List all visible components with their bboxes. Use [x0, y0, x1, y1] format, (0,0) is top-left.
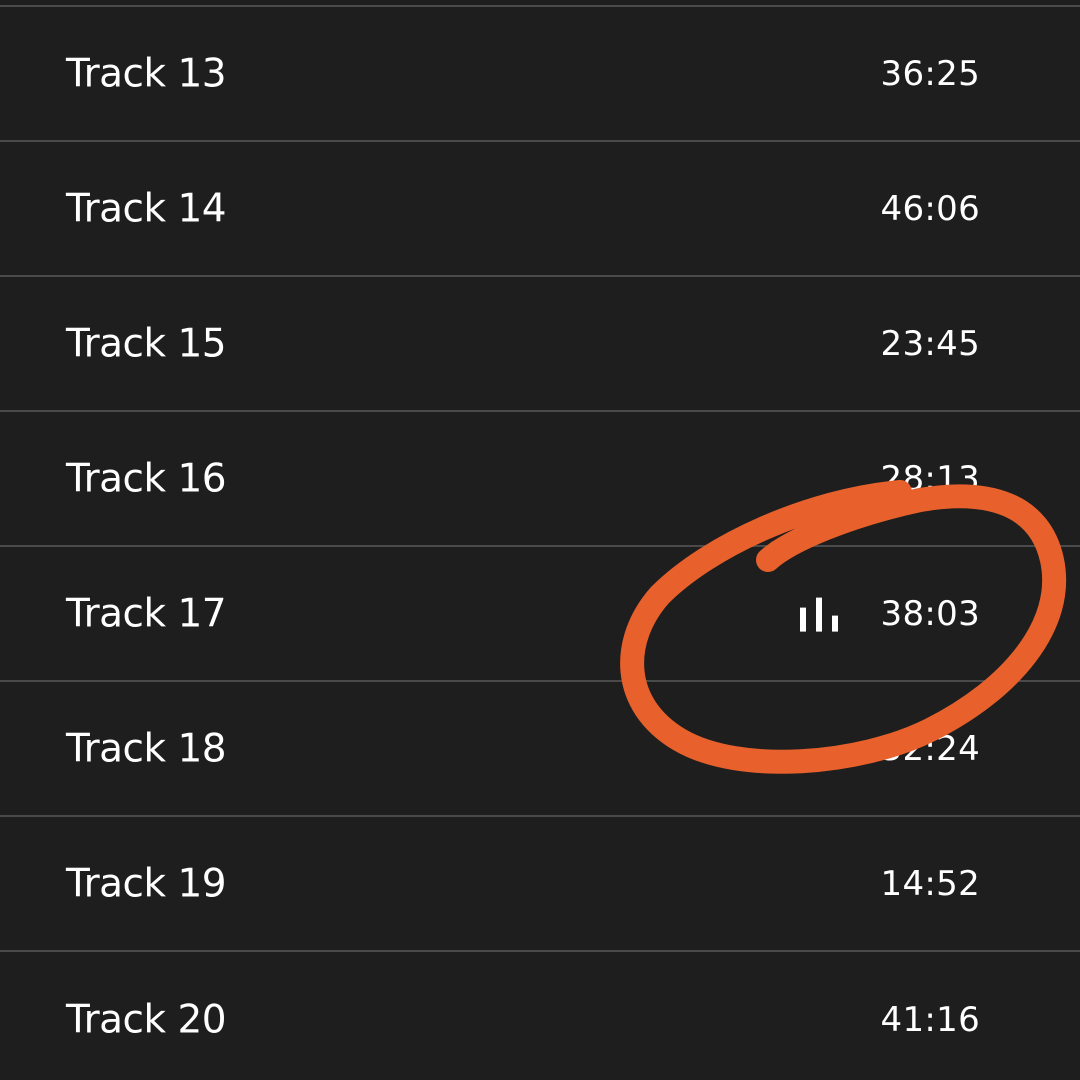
track-duration: 32:24	[880, 728, 980, 769]
track-duration: 23:45	[880, 323, 980, 364]
track-duration: 38:03	[880, 593, 980, 634]
track-title: Track 20	[66, 997, 227, 1042]
track-duration: 36:25	[880, 53, 980, 94]
track-duration: 28:13	[880, 458, 980, 499]
track-title: Track 14	[66, 186, 227, 231]
track-title: Track 17	[66, 591, 227, 636]
track-title: Track 15	[66, 321, 227, 366]
track-row-19[interactable]: Track 19 14:52	[0, 817, 1080, 952]
track-row-16[interactable]: Track 16 28:13	[0, 412, 1080, 547]
track-row-17-now-playing[interactable]: Track 17 38:03	[0, 547, 1080, 682]
track-row-13[interactable]: Track 13 36:25	[0, 7, 1080, 142]
track-row-15[interactable]: Track 15 23:45	[0, 277, 1080, 412]
track-row-20[interactable]: Track 20 41:16	[0, 952, 1080, 1080]
track-list: Track 13 36:25 Track 14 46:06 Track 15 2…	[0, 0, 1080, 1080]
track-duration: 14:52	[880, 863, 980, 904]
equalizer-bars-icon	[800, 597, 838, 632]
track-title: Track 16	[66, 456, 227, 501]
track-title: Track 18	[66, 726, 227, 771]
track-row-14[interactable]: Track 14 46:06	[0, 142, 1080, 277]
track-duration: 46:06	[880, 188, 980, 229]
track-title: Track 19	[66, 861, 227, 906]
track-title: Track 13	[66, 51, 227, 96]
track-row-18[interactable]: Track 18 32:24	[0, 682, 1080, 817]
track-duration: 41:16	[880, 999, 980, 1040]
